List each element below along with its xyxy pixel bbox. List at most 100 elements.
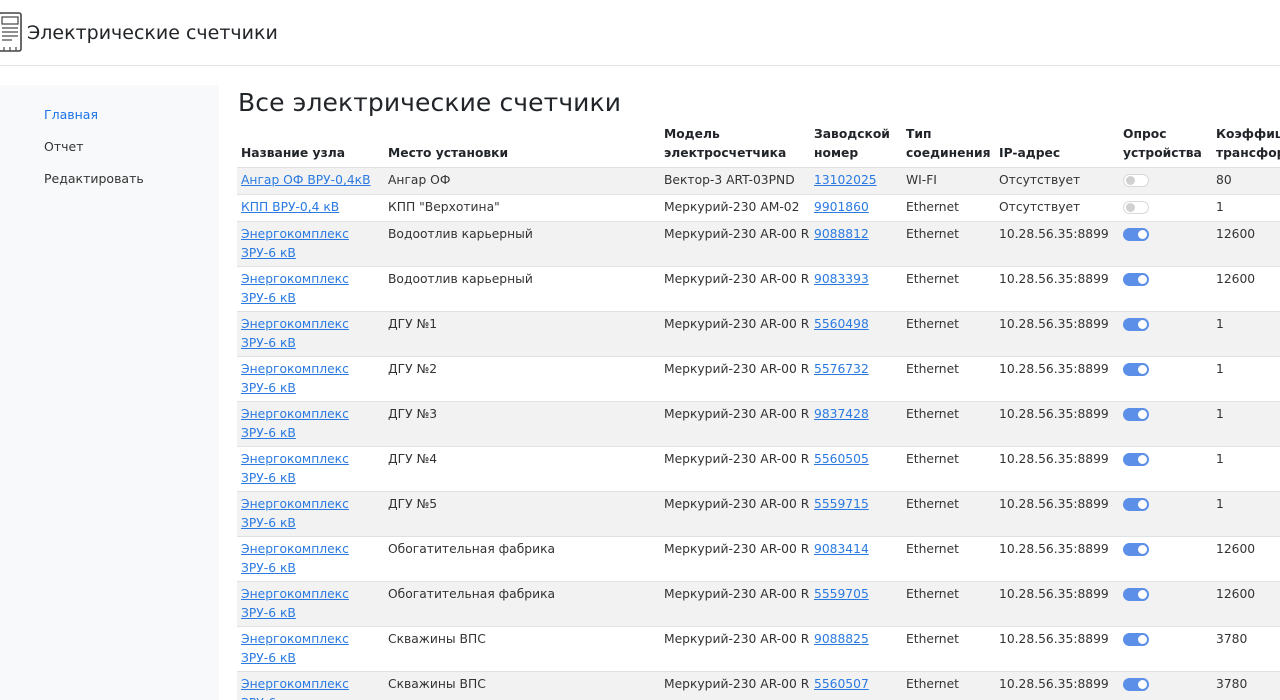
cell-polling [1119, 492, 1212, 537]
cell-ip: 10.28.56.35:8899 [999, 227, 1109, 241]
cell-connection: Ethernet [906, 200, 959, 214]
serial-link[interactable]: 5559715 [814, 497, 869, 511]
node-link[interactable]: Энергокомплекс ЗРУ-6 кВ [241, 272, 349, 305]
node-link[interactable]: Энергокомплекс ЗРУ-6 кВ [241, 452, 349, 485]
cell-model: Меркурий-230 AM-02 [664, 200, 800, 214]
node-link[interactable]: Энергокомплекс ЗРУ-6 кВ [241, 407, 349, 440]
cell-serial: 9837428 [810, 402, 902, 447]
toggle-knob [1138, 590, 1147, 599]
serial-link[interactable]: 9901860 [814, 200, 869, 214]
cell-serial: 5559705 [810, 582, 902, 627]
toggle-knob [1138, 635, 1147, 644]
polling-toggle[interactable] [1123, 201, 1149, 214]
toggle-knob [1138, 410, 1147, 419]
polling-toggle[interactable] [1123, 633, 1149, 646]
polling-toggle[interactable] [1123, 318, 1149, 331]
table-header-row: Название узла Место установки Модель элек… [237, 125, 1280, 168]
cell-model: Меркурий-230 AR-00 R [664, 272, 810, 286]
cell-serial: 9088812 [810, 222, 902, 267]
app-title[interactable]: Электрические счетчики [27, 22, 278, 44]
cell-coefficient: 1 [1216, 200, 1224, 214]
serial-link[interactable]: 5576732 [814, 362, 869, 376]
polling-toggle[interactable] [1123, 363, 1149, 376]
polling-toggle[interactable] [1123, 408, 1149, 421]
toggle-knob [1126, 176, 1135, 185]
cell-polling [1119, 267, 1212, 312]
cell-model: Меркурий-230 AR-00 R [664, 407, 810, 421]
column-header-model: Модель электросчетчика [664, 127, 787, 160]
node-link[interactable]: Энергокомплекс ЗРУ-6 кВ [241, 587, 349, 620]
cell-polling [1119, 447, 1212, 492]
sidebar-item-home[interactable]: Главная [44, 107, 98, 122]
serial-link[interactable]: 9088825 [814, 632, 869, 646]
cell-node: Энергокомплекс ЗРУ-6 кВ [237, 267, 384, 312]
sidebar-item-edit[interactable]: Редактировать [44, 171, 144, 186]
cell-connection: Ethernet [906, 452, 959, 466]
cell-serial: 5560505 [810, 447, 902, 492]
serial-link[interactable]: 5560505 [814, 452, 869, 466]
cell-model: Меркурий-230 AR-00 R [664, 362, 810, 376]
cell-connection: Ethernet [906, 587, 959, 601]
polling-toggle[interactable] [1123, 543, 1149, 556]
polling-toggle[interactable] [1123, 588, 1149, 601]
serial-link[interactable]: 5560507 [814, 677, 869, 691]
serial-link[interactable]: 5560498 [814, 317, 869, 331]
sidebar-item-report[interactable]: Отчет [44, 139, 83, 154]
cell-ip: 10.28.56.35:8899 [999, 497, 1109, 511]
cell-serial: 9083414 [810, 537, 902, 582]
serial-link[interactable]: 9088812 [814, 227, 869, 241]
table-row: Энергокомплекс ЗРУ-6 кВ ДГУ №1 Меркурий-23… [237, 311, 1280, 357]
node-link[interactable]: Энергокомплекс ЗРУ-6 кВ [241, 542, 349, 575]
electric-meter-icon [0, 12, 22, 52]
toggle-knob [1138, 455, 1147, 464]
cell-location: ДГУ №5 [388, 497, 438, 511]
polling-toggle[interactable] [1123, 273, 1149, 286]
toggle-knob [1138, 500, 1147, 509]
table-row: Энергокомплекс ЗРУ-6 кВ Водоотлив карьерн… [237, 266, 1280, 312]
sidebar: Главная Отчет Редактировать [0, 85, 219, 700]
polling-toggle[interactable] [1123, 678, 1149, 691]
cell-connection: Ethernet [906, 362, 959, 376]
cell-node: Энергокомплекс ЗРУ-6 кВ [237, 447, 384, 492]
node-link[interactable]: Энергокомплекс ЗРУ-6 кВ [241, 362, 349, 395]
node-link[interactable]: Энергокомплекс ЗРУ-6 кВ [241, 632, 349, 665]
column-header-serial: Заводской номер [814, 127, 890, 160]
toggle-knob [1138, 680, 1147, 689]
toggle-knob [1138, 365, 1147, 374]
cell-node: Энергокомплекс ЗРУ-6 кВ [237, 582, 384, 627]
node-link[interactable]: Ангар ОФ ВРУ-0,4кВ [241, 173, 371, 187]
cell-node: Энергокомплекс ЗРУ-6 кВ [237, 402, 384, 447]
table-row: Энергокомплекс ЗРУ-6 кВ Обогатительная фа… [237, 581, 1280, 627]
polling-toggle[interactable] [1123, 174, 1149, 187]
cell-polling [1119, 672, 1212, 700]
cell-serial: 13102025 [810, 168, 902, 195]
cell-node: Энергокомплекс ЗРУ-6 кВ [237, 222, 384, 267]
cell-connection: Ethernet [906, 317, 959, 331]
cell-polling [1119, 222, 1212, 267]
serial-link[interactable]: 9083393 [814, 272, 869, 286]
cell-node: Энергокомплекс ЗРУ-6 кВ [237, 537, 384, 582]
node-link[interactable]: Энергокомплекс ЗРУ-6 кВ [241, 317, 349, 350]
node-link[interactable]: Энергокомплекс ЗРУ-6 кВ [241, 227, 349, 260]
polling-toggle[interactable] [1123, 498, 1149, 511]
serial-link[interactable]: 5559705 [814, 587, 869, 601]
cell-polling [1119, 195, 1212, 222]
cell-model: Меркурий-230 AR-00 R [664, 677, 810, 691]
column-header-connection: Тип соединения [906, 127, 991, 160]
table-body: Ангар ОФ ВРУ-0,4кВ Ангар ОФ Вектор-3 ART-0… [237, 167, 1280, 700]
serial-link[interactable]: 9083414 [814, 542, 869, 556]
polling-toggle[interactable] [1123, 453, 1149, 466]
cell-coefficient: 1 [1216, 407, 1224, 421]
cell-coefficient: 12600 [1216, 542, 1256, 556]
node-link[interactable]: Энергокомплекс ЗРУ-6 кВ [241, 497, 349, 530]
cell-serial: 9083393 [810, 267, 902, 312]
node-link[interactable]: Энергокомплекс ЗРУ-6 [241, 677, 349, 700]
column-header-ip: IP-адрес [999, 146, 1061, 160]
serial-link[interactable]: 13102025 [814, 173, 877, 187]
cell-polling [1119, 582, 1212, 627]
cell-ip: 10.28.56.35:8899 [999, 362, 1109, 376]
serial-link[interactable]: 9837428 [814, 407, 869, 421]
node-link[interactable]: КПП ВРУ-0,4 кВ [241, 200, 339, 214]
polling-toggle[interactable] [1123, 228, 1149, 241]
toggle-knob [1138, 230, 1147, 239]
